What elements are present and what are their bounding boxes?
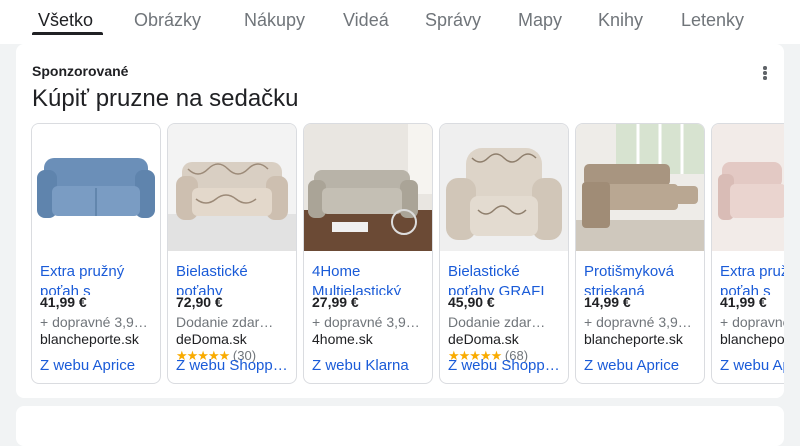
product-title[interactable]: 4Home Multielastický xyxy=(312,262,430,295)
product-via: Z webu Shopp… xyxy=(448,357,560,374)
tab-news[interactable]: Správy xyxy=(425,8,481,32)
tab-images[interactable]: Obrázky xyxy=(134,8,201,32)
tab-all[interactable]: Všetko xyxy=(38,8,93,32)
next-result-panel xyxy=(16,406,784,446)
product-card[interactable]: Extra pružný poťah s 41,99 € + dopravné … xyxy=(31,123,161,384)
product-via: Z webu Aprice xyxy=(584,357,680,374)
product-store: blancheporte.sk xyxy=(720,331,784,347)
product-card[interactable]: Bielastické poťahy 72,90 € Dodanie zdar…… xyxy=(167,123,297,384)
product-via: Z webu Klarna xyxy=(312,357,409,374)
tab-flights[interactable]: Letenky xyxy=(681,8,744,32)
product-image-room-sofa xyxy=(304,124,432,251)
product-card[interactable]: Extra pružný poťah s 41,99 € + dopravné … xyxy=(711,123,784,384)
product-store: blancheporte.sk xyxy=(40,331,139,347)
product-image-armchair xyxy=(440,124,568,251)
product-via: Z webu Aprice xyxy=(720,357,784,374)
product-shipping: + dopravné 3,9… xyxy=(312,314,420,330)
active-tab-indicator xyxy=(32,32,103,35)
product-shipping: Dodanie zdar… xyxy=(448,314,546,330)
shopping-heading: Kúpiť pruzne na sedačku xyxy=(32,85,299,112)
product-store: deDoma.sk xyxy=(448,331,519,347)
vertical-dots-icon xyxy=(763,66,767,70)
tab-books[interactable]: Knihy xyxy=(598,8,643,32)
sponsored-shopping-panel: Sponzorované Kúpiť pruzne na sedačku Ext… xyxy=(16,44,784,398)
product-image-corner-sofa xyxy=(576,124,704,251)
product-card[interactable]: Bielastické poťahy GRAFI 45,90 € Dodanie… xyxy=(439,123,569,384)
product-shipping: + dopravné 3,9… xyxy=(720,314,784,330)
product-price: 41,99 € xyxy=(720,294,767,310)
product-title[interactable]: Extra pružný poťah s xyxy=(40,262,158,295)
product-via: Z webu Shopp… xyxy=(176,357,288,374)
product-card[interactable]: Protišmyková striekaná 14,99 € + dopravn… xyxy=(575,123,705,384)
product-price: 41,99 € xyxy=(40,294,87,310)
product-shipping: Dodanie zdar… xyxy=(176,314,274,330)
product-store: 4home.sk xyxy=(312,331,373,347)
tab-videos[interactable]: Videá xyxy=(343,8,389,32)
vertical-dots-icon-dot xyxy=(763,71,767,75)
product-title[interactable]: Bielastické poťahy xyxy=(176,262,294,295)
sponsored-label: Sponzorované xyxy=(32,63,129,79)
product-price: 14,99 € xyxy=(584,294,631,310)
product-image-blue-sofa xyxy=(32,124,160,251)
product-shipping: + dopravné 3,9… xyxy=(40,314,148,330)
product-title[interactable]: Extra pružný poťah s xyxy=(720,262,784,295)
product-store: blancheporte.sk xyxy=(584,331,683,347)
product-via: Z webu Aprice xyxy=(40,357,136,374)
vertical-dots-icon-dot xyxy=(763,76,767,80)
product-image-patterned-sofa xyxy=(168,124,296,251)
tab-shopping[interactable]: Nákupy xyxy=(244,8,305,32)
product-title[interactable]: Bielastické poťahy GRAFI xyxy=(448,262,566,295)
product-title[interactable]: Protišmyková striekaná xyxy=(584,262,702,295)
product-image-pink-sofa xyxy=(712,124,784,251)
tab-maps[interactable]: Mapy xyxy=(518,8,562,32)
product-price: 72,90 € xyxy=(176,294,223,310)
product-shipping: + dopravné 3,9… xyxy=(584,314,692,330)
product-price: 27,99 € xyxy=(312,294,359,310)
product-card[interactable]: 4Home Multielastický 27,99 € + dopravné … xyxy=(303,123,433,384)
search-tabs: Všetko Obrázky Nákupy Videá Správy Mapy … xyxy=(0,0,800,44)
product-price: 45,90 € xyxy=(448,294,495,310)
product-store: deDoma.sk xyxy=(176,331,247,347)
more-options-button[interactable] xyxy=(756,62,774,82)
